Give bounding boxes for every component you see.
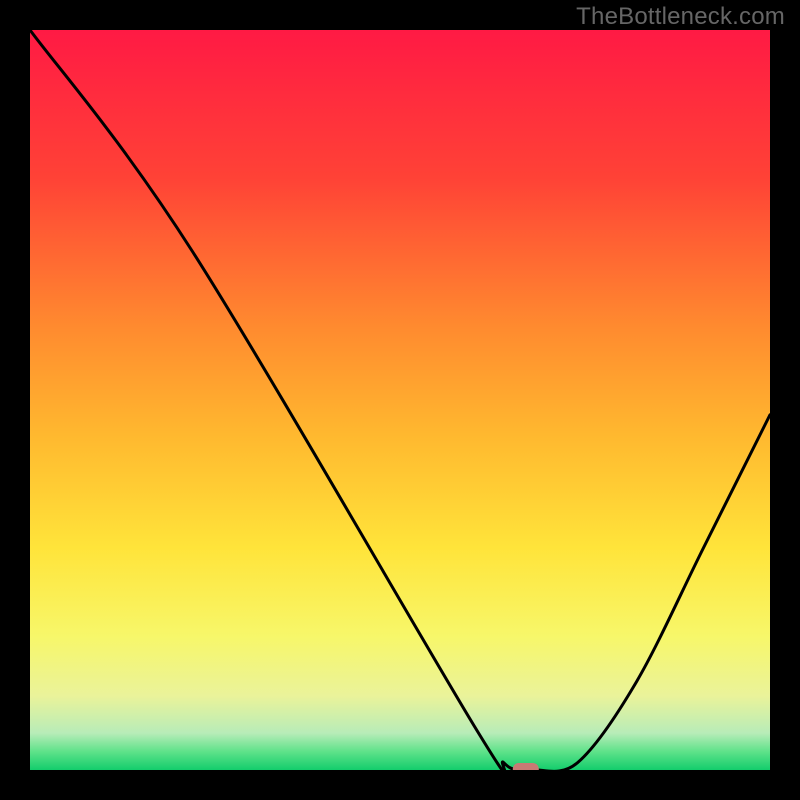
optimal-marker	[513, 763, 539, 770]
gradient-background	[30, 30, 770, 770]
watermark-text: TheBottleneck.com	[576, 3, 785, 31]
chart-svg	[30, 30, 770, 770]
plot-area	[30, 30, 770, 770]
chart-frame: TheBottleneck.com	[0, 0, 800, 800]
